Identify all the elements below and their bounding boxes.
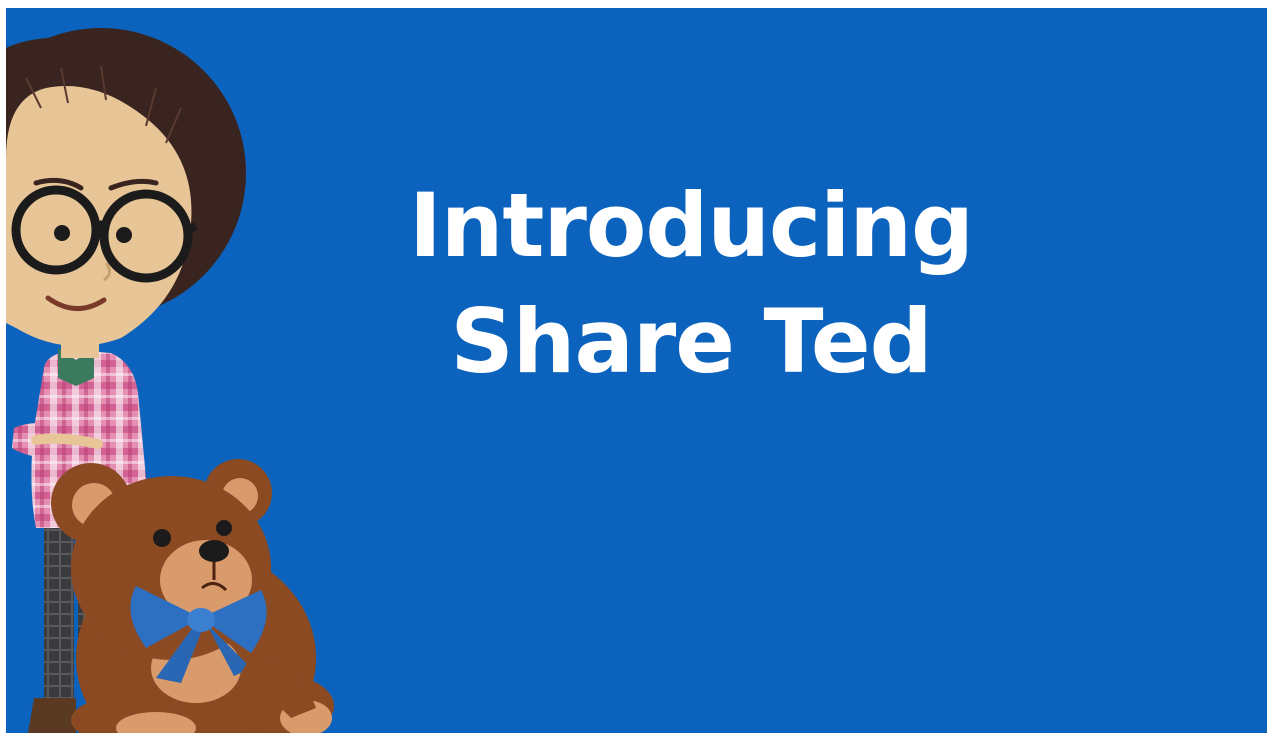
- girl-head: [6, 28, 246, 358]
- slide-frame: Introducing Share Ted: [0, 0, 1269, 733]
- title-line-2: Share Ted: [450, 290, 932, 393]
- slide-title: Introducing Share Ted: [346, 168, 1036, 400]
- title-slide: Introducing Share Ted: [6, 8, 1267, 733]
- teddy-bear: [51, 459, 334, 733]
- title-line-1: Introducing: [409, 174, 974, 277]
- character-illustration: [6, 28, 334, 733]
